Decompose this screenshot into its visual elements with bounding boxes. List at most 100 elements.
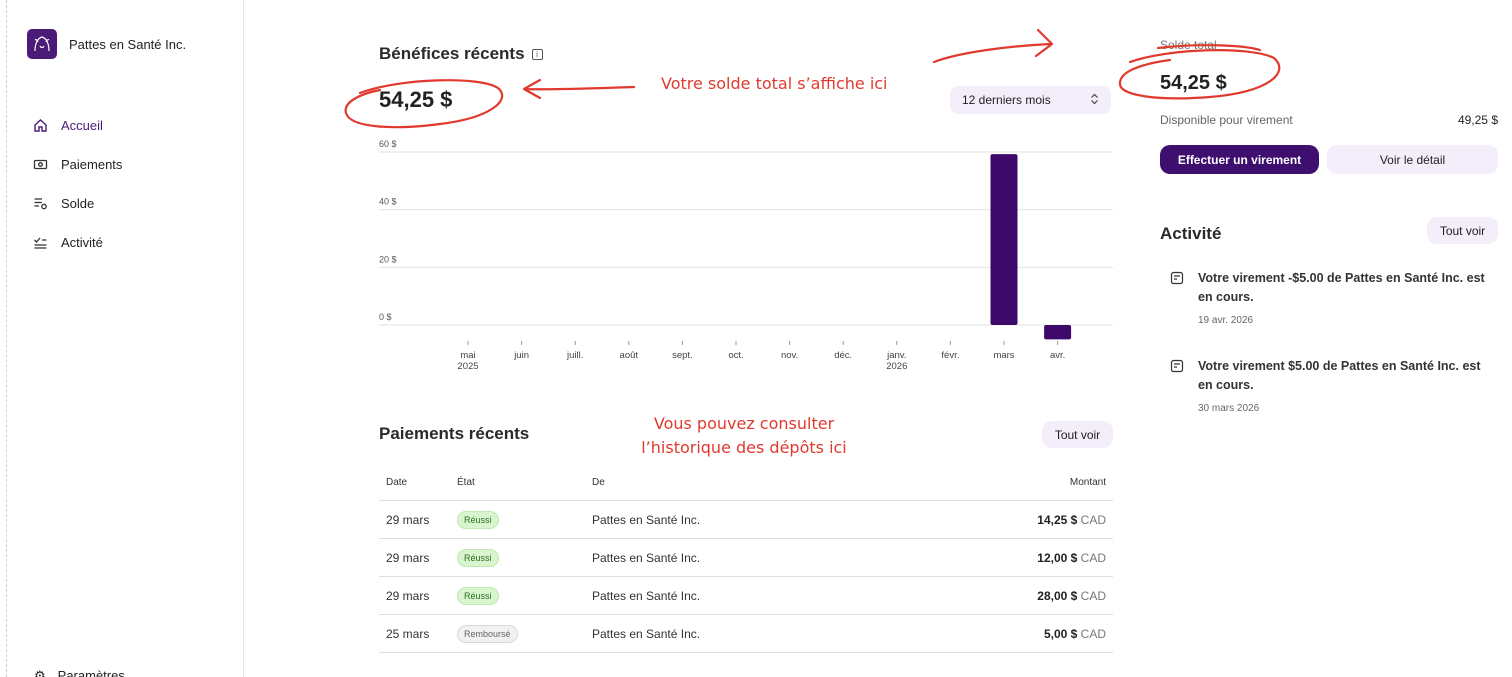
sidebar-item-label: Paramètres: [57, 668, 125, 677]
header-from[interactable]: De: [592, 477, 932, 488]
table-row[interactable]: 25 mars Remboursé Pattes en Santé Inc. 5…: [379, 615, 1113, 653]
row-date: 25 mars: [386, 626, 430, 641]
sidebar-item-accueil[interactable]: Accueil: [32, 106, 122, 145]
row-amount: 5,00 $ CAD: [932, 627, 1113, 641]
activity-item[interactable]: Votre virement -$5.00 de Pattes en Santé…: [1170, 269, 1498, 330]
x-tick-label: janv.: [886, 350, 906, 361]
x-tick-label: avr.: [1050, 350, 1065, 361]
chart-bar[interactable]: [990, 154, 1018, 325]
amount-value: 12,00 $: [1037, 550, 1078, 565]
balance-label: Solde total: [1160, 38, 1217, 52]
x-tick-label: juin: [513, 350, 529, 361]
annotation-arrow-left: [522, 78, 636, 100]
activity-see-all-button[interactable]: Tout voir: [1427, 217, 1498, 244]
sidebar-item-label: Solde: [61, 196, 95, 211]
amount-currency: CAD: [1080, 626, 1106, 641]
header-amount[interactable]: Montant: [932, 477, 1113, 488]
annotation-arrow-right: [932, 28, 1054, 64]
x-tick-label: 2026: [886, 361, 907, 372]
sidebar-item-solde[interactable]: Solde: [32, 184, 122, 223]
y-tick-label: 20 $: [379, 254, 397, 264]
sidebar: Pattes en Santé Inc. Accueil Paiements S…: [0, 0, 244, 677]
x-tick-label: août: [620, 350, 639, 361]
brand[interactable]: Pattes en Santé Inc.: [27, 29, 186, 59]
x-tick-label: 2025: [457, 361, 478, 372]
status-badge: Réussi: [457, 586, 499, 605]
earnings-header: Bénéfices récents i: [379, 44, 543, 64]
transfer-note-icon: [1170, 359, 1184, 373]
table-row[interactable]: 29 mars Réussi Pattes en Santé Inc. 12,0…: [379, 539, 1113, 577]
settings-icon: ⚙: [34, 668, 46, 677]
info-icon[interactable]: i: [531, 48, 543, 60]
header-date[interactable]: Date: [379, 477, 457, 488]
row-amount: 12,00 $ CAD: [932, 551, 1113, 565]
x-tick-label: juill.: [566, 350, 583, 361]
row-from: Pattes en Santé Inc.: [592, 512, 701, 527]
x-tick-label: déc.: [834, 350, 852, 361]
annotation-history-note: Vous pouvez consulter l’historique des d…: [619, 412, 869, 460]
row-amount: 14,25 $ CAD: [932, 513, 1113, 527]
sidebar-item-label: Activité: [61, 235, 103, 250]
x-tick-label: mai: [460, 350, 475, 361]
row-from: Pattes en Santé Inc.: [592, 588, 701, 603]
y-tick-label: 60 $: [379, 139, 397, 149]
y-tick-label: 0 $: [379, 312, 392, 322]
amount-currency: CAD: [1080, 550, 1106, 565]
earnings-title: Bénéfices récents: [379, 44, 525, 63]
activity-text: Votre virement $5.00 de Pattes en Santé …: [1198, 359, 1481, 392]
earnings-chart: 0 $ 20 $ 40 $ 60 $ mai2025 juin juill. août sept…: [379, 139, 1113, 372]
sidebar-item-paiements[interactable]: Paiements: [32, 145, 122, 184]
available-value: 49,25 $: [1457, 113, 1498, 127]
row-from: Pattes en Santé Inc.: [592, 626, 701, 641]
payments-icon: [32, 157, 48, 173]
annotation-solde-note: Votre solde total s’affiche ici: [661, 74, 888, 93]
activity-date: 19 avr. 2026: [1198, 315, 1254, 326]
status-badge: Réussi: [457, 510, 499, 529]
view-detail-button[interactable]: Voir le détail: [1327, 145, 1498, 174]
x-tick-label: mars: [993, 350, 1014, 361]
activity-icon: [32, 235, 48, 251]
y-tick-label: 40 $: [379, 197, 397, 207]
table-row[interactable]: 29 mars Réussi Pattes en Santé Inc. 14,2…: [379, 501, 1113, 539]
status-badge: Remboursé: [457, 624, 518, 643]
brand-name: Pattes en Santé Inc.: [69, 36, 187, 52]
sidebar-item-parametres[interactable]: ⚙ Paramètres: [34, 668, 125, 677]
amount-value: 5,00 $: [1043, 626, 1078, 641]
activity-item[interactable]: Votre virement $5.00 de Pattes en Santé …: [1170, 357, 1498, 418]
payments-see-all-button[interactable]: Tout voir: [1042, 421, 1113, 448]
amount-currency: CAD: [1080, 512, 1106, 527]
activity-title: Activité: [1160, 224, 1222, 243]
activity-text: Votre virement -$5.00 de Pattes en Santé…: [1198, 271, 1485, 304]
header-state[interactable]: État: [457, 477, 592, 488]
sidebar-item-activite[interactable]: Activité: [32, 223, 122, 262]
balance-icon: [32, 196, 48, 212]
chevron-updown-icon: [1090, 93, 1099, 108]
period-select[interactable]: 12 derniers mois: [950, 86, 1111, 114]
balance-amount: 54,25 $: [1160, 72, 1227, 94]
row-date: 29 mars: [386, 588, 430, 603]
row-from: Pattes en Santé Inc.: [592, 550, 701, 565]
amount-value: 14,25 $: [1037, 512, 1078, 527]
table-header: Date État De Montant: [379, 465, 1113, 501]
sidebar-item-label: Accueil: [61, 118, 103, 133]
amount-value: 28,00 $: [1037, 588, 1078, 603]
row-amount: 28,00 $ CAD: [932, 589, 1113, 603]
chart-bar[interactable]: [1044, 325, 1072, 340]
payments-title: Paiements récents: [379, 424, 530, 443]
status-badge: Réussi: [457, 548, 499, 567]
x-tick-label: nov.: [781, 350, 798, 361]
row-date: 29 mars: [386, 512, 430, 527]
transfer-button[interactable]: Effectuer un virement: [1160, 145, 1319, 174]
row-date: 29 mars: [386, 550, 430, 565]
x-tick-label: sept.: [672, 350, 693, 361]
period-select-value: 12 derniers mois: [962, 93, 1051, 107]
table-row[interactable]: 29 mars Réussi Pattes en Santé Inc. 28,0…: [379, 577, 1113, 615]
sidebar-nav: Accueil Paiements Solde Activité: [32, 106, 122, 262]
annotation-history-line2: l’historique des dépôts ici: [641, 438, 847, 457]
available-row: Disponible pour virement 49,25 $: [1160, 113, 1498, 127]
annotation-history-line1: Vous pouvez consulter: [653, 414, 835, 433]
home-icon: [32, 118, 48, 134]
sidebar-item-label: Paiements: [61, 157, 123, 172]
x-tick-label: févr.: [941, 350, 959, 361]
available-label: Disponible pour virement: [1160, 113, 1293, 127]
